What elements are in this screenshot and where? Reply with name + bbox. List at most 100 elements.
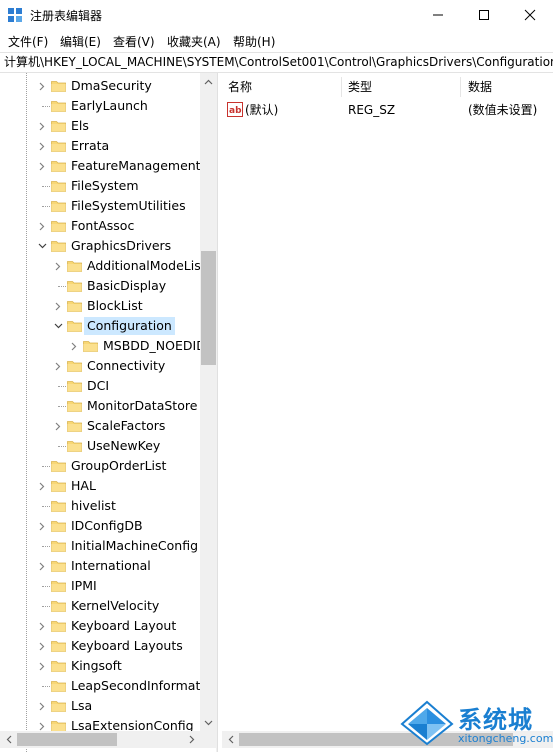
tree-item-monitordatastore[interactable]: MonitorDataStore	[0, 396, 200, 416]
tree-item-label-wrap[interactable]: Connectivity	[84, 357, 168, 375]
tree-item-label-wrap[interactable]: KernelVelocity	[68, 597, 162, 615]
collapse-toggle[interactable]	[36, 640, 48, 652]
tree-item-filesystemutilities[interactable]: FileSystemUtilities	[0, 196, 200, 216]
collapse-toggle[interactable]	[52, 360, 64, 372]
tree-item-label-wrap[interactable]: hivelist	[68, 497, 119, 515]
tree-item-label-wrap[interactable]: EarlyLaunch	[68, 97, 151, 115]
menu-view[interactable]: 查看(V)	[113, 33, 155, 50]
tree-item-label-wrap[interactable]: International	[68, 557, 154, 575]
tree-item-label-wrap[interactable]: DCI	[84, 377, 112, 395]
tree-item-label-wrap[interactable]: Configuration	[84, 317, 175, 335]
tree-item-label-wrap[interactable]: Els	[68, 117, 92, 135]
tree-item-label-wrap[interactable]: GraphicsDrivers	[68, 237, 174, 255]
tree-horizontal-scrollbar[interactable]	[0, 731, 217, 748]
tree-item-fontassoc[interactable]: FontAssoc	[0, 216, 200, 236]
tree-item-additionalmodelist[interactable]: AdditionalModeList	[0, 256, 206, 276]
collapse-toggle[interactable]	[68, 340, 80, 352]
expand-toggle[interactable]	[36, 240, 48, 252]
tree-item-configuration[interactable]: Configuration	[0, 316, 200, 336]
collapse-toggle[interactable]	[36, 660, 48, 672]
tree-item-kernelvelocity[interactable]: KernelVelocity	[0, 596, 200, 616]
value-row[interactable]: ab (默认) REG_SZ (数值未设置)	[220, 100, 553, 120]
tree-item-label-wrap[interactable]: DmaSecurity	[68, 77, 155, 95]
collapse-toggle[interactable]	[36, 80, 48, 92]
collapse-toggle[interactable]	[36, 140, 48, 152]
tree-item-label-wrap[interactable]: FileSystem	[68, 177, 142, 195]
column-header-type[interactable]: 类型	[348, 77, 372, 97]
tree-item-errata[interactable]: Errata	[0, 136, 200, 156]
tree-item-label-wrap[interactable]: MSBDD_NOEDID	[100, 337, 209, 355]
menu-file[interactable]: 文件(F)	[8, 33, 48, 50]
tree-item-hivelist[interactable]: hivelist	[0, 496, 200, 516]
minimize-button[interactable]	[415, 0, 461, 30]
scroll-left-button[interactable]	[0, 731, 17, 748]
address-bar[interactable]: 计算机\HKEY_LOCAL_MACHINE\SYSTEM\ControlSet…	[0, 52, 553, 73]
menu-help[interactable]: 帮助(H)	[233, 33, 275, 50]
collapse-toggle[interactable]	[52, 260, 64, 272]
collapse-toggle[interactable]	[36, 560, 48, 572]
tree-item-label-wrap[interactable]: IDConfigDB	[68, 517, 146, 535]
tree-item-els[interactable]: Els	[0, 116, 200, 136]
tree-item-label-wrap[interactable]: FontAssoc	[68, 217, 137, 235]
menu-edit[interactable]: 编辑(E)	[60, 33, 101, 50]
tree-item-graphicsdrivers[interactable]: GraphicsDrivers	[0, 236, 200, 256]
tree-item-leapsecondinformation[interactable]: LeapSecondInformation	[0, 676, 216, 696]
column-separator[interactable]	[460, 77, 461, 97]
tree-item-earlylaunch[interactable]: EarlyLaunch	[0, 96, 200, 116]
tree-item-label-wrap[interactable]: Lsa	[68, 697, 95, 715]
maximize-button[interactable]	[461, 0, 507, 30]
tree-item-scalefactors[interactable]: ScaleFactors	[0, 416, 200, 436]
column-header-data[interactable]: 数据	[468, 77, 492, 97]
tree-item-label-wrap[interactable]: HAL	[68, 477, 99, 495]
menu-favorites[interactable]: 收藏夹(A)	[167, 33, 221, 50]
tree-item-grouporderlist[interactable]: GroupOrderList	[0, 456, 200, 476]
tree-item-label-wrap[interactable]: IPMI	[68, 577, 100, 595]
tree-item-label-wrap[interactable]: LeapSecondInformation	[68, 677, 216, 695]
tree-item-keyboard-layout[interactable]: Keyboard Layout	[0, 616, 200, 636]
collapse-toggle[interactable]	[36, 120, 48, 132]
tree-item-blocklist[interactable]: BlockList	[0, 296, 200, 316]
tree-item-filesystem[interactable]: FileSystem	[0, 176, 200, 196]
column-header-name[interactable]: 名称	[228, 77, 252, 97]
tree-item-label-wrap[interactable]: ScaleFactors	[84, 417, 168, 435]
collapse-toggle[interactable]	[36, 220, 48, 232]
tree-item-kingsoft[interactable]: Kingsoft	[0, 656, 200, 676]
tree-item-msbdd-noedid[interactable]: MSBDD_NOEDID	[0, 336, 206, 356]
tree-item-idconfigdb[interactable]: IDConfigDB	[0, 516, 200, 536]
tree-item-keyboard-layouts[interactable]: Keyboard Layouts	[0, 636, 200, 656]
tree-item-label-wrap[interactable]: Kingsoft	[68, 657, 125, 675]
tree-item-dmasecurity[interactable]: DmaSecurity	[0, 76, 200, 96]
tree-item-initialmachineconfig[interactable]: InitialMachineConfig	[0, 536, 200, 556]
collapse-toggle[interactable]	[36, 700, 48, 712]
scroll-up-button[interactable]	[200, 73, 217, 90]
expand-toggle[interactable]	[52, 320, 64, 332]
collapse-toggle[interactable]	[52, 420, 64, 432]
collapse-toggle[interactable]	[52, 300, 64, 312]
tree-item-label-wrap[interactable]: BlockList	[84, 297, 146, 315]
scroll-right-button[interactable]	[183, 731, 200, 748]
tree-item-label-wrap[interactable]: Keyboard Layouts	[68, 637, 186, 655]
scroll-down-button[interactable]	[200, 714, 217, 731]
tree-item-label-wrap[interactable]: UseNewKey	[84, 437, 163, 455]
tree-vertical-scrollbar[interactable]	[200, 73, 217, 731]
tree-item-dci[interactable]: DCI	[0, 376, 200, 396]
tree-item-ipmi[interactable]: IPMI	[0, 576, 200, 596]
scroll-thumb[interactable]	[17, 733, 117, 746]
tree-item-label-wrap[interactable]: Errata	[68, 137, 112, 155]
tree-item-label-wrap[interactable]: MonitorDataStore	[84, 397, 200, 415]
tree-item-international[interactable]: International	[0, 556, 200, 576]
tree-item-basicdisplay[interactable]: BasicDisplay	[0, 276, 200, 296]
collapse-toggle[interactable]	[36, 160, 48, 172]
tree-item-label-wrap[interactable]: FeatureManagement	[68, 157, 204, 175]
collapse-toggle[interactable]	[36, 520, 48, 532]
scroll-thumb[interactable]	[201, 251, 216, 365]
collapse-toggle[interactable]	[36, 480, 48, 492]
tree-item-featuremanagement[interactable]: FeatureManagement	[0, 156, 201, 176]
tree-item-usenewkey[interactable]: UseNewKey	[0, 436, 200, 456]
tree-item-label-wrap[interactable]: InitialMachineConfig	[68, 537, 201, 555]
tree-item-label-wrap[interactable]: GroupOrderList	[68, 457, 169, 475]
column-separator[interactable]	[341, 77, 342, 97]
tree-item-lsa[interactable]: Lsa	[0, 696, 200, 716]
tree-item-hal[interactable]: HAL	[0, 476, 200, 496]
tree-item-connectivity[interactable]: Connectivity	[0, 356, 200, 376]
